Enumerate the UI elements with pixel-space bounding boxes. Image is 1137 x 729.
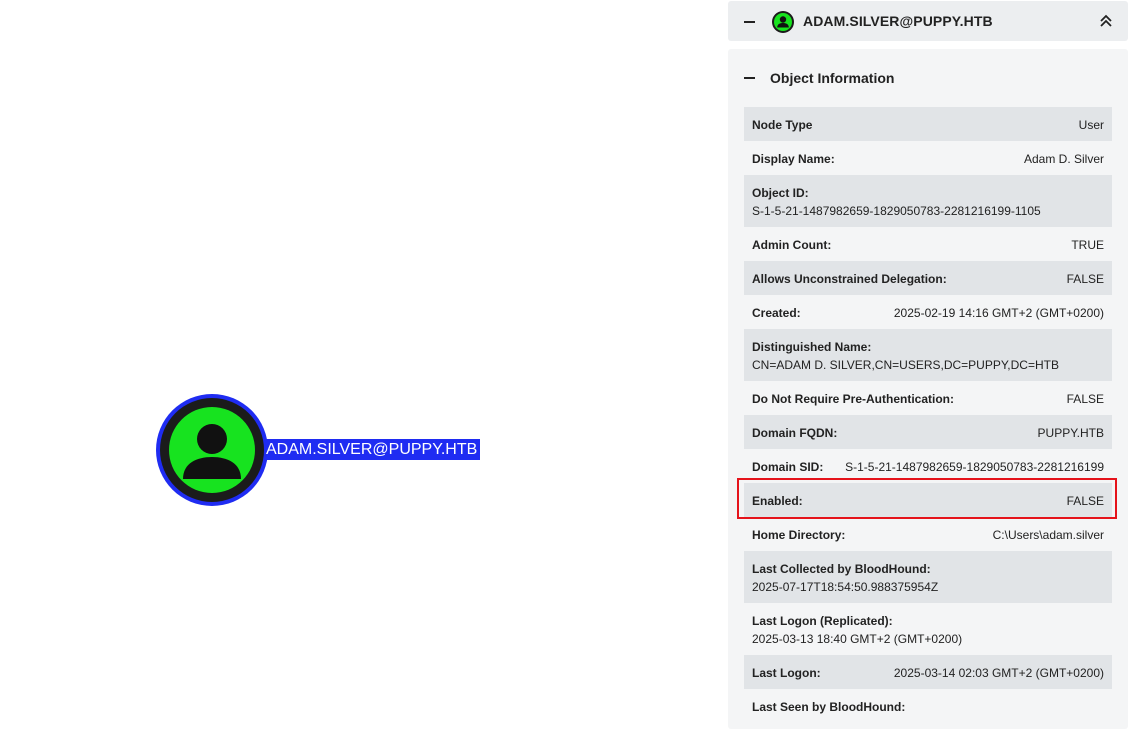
property-key: Display Name: <box>752 152 835 166</box>
property-key: Object ID: <box>752 186 809 200</box>
property-key: Last Collected by BloodHound: <box>752 562 931 576</box>
property-value: 2025-03-13 18:40 GMT+2 (GMT+0200) <box>752 632 963 646</box>
user-avatar-icon <box>772 11 794 33</box>
property-key: Created: <box>752 306 801 320</box>
property-row-domain-sid: Domain SID: S-1-5-21-1487982659-18290507… <box>744 449 1112 483</box>
property-value: Adam D. Silver <box>1023 152 1104 166</box>
property-key: Domain FQDN: <box>752 426 838 440</box>
double-chevron-up-icon[interactable] <box>1098 13 1114 29</box>
property-key: Domain SID: <box>752 460 824 474</box>
property-value: PUPPY.HTB <box>1037 426 1104 440</box>
property-value: TRUE <box>1071 238 1104 252</box>
property-row-display-name: Display Name: Adam D. Silver <box>744 141 1112 175</box>
graph-node-label[interactable]: ADAM.SILVER@PUPPY.HTB <box>264 439 481 460</box>
property-key: Last Logon: <box>752 666 821 680</box>
property-row-node-type: Node Type User <box>744 107 1112 141</box>
property-row-admin-count: Admin Count: TRUE <box>744 227 1112 261</box>
property-row-object-id: Object ID: S-1-5-21-1487982659-182905078… <box>744 175 1112 227</box>
property-key: Last Seen by BloodHound: <box>752 700 906 714</box>
graph-node-core <box>169 407 255 493</box>
property-row-distinguished-name: Distinguished Name: CN=ADAM D. SILVER,CN… <box>744 329 1112 381</box>
property-key: Node Type <box>752 118 813 132</box>
property-value: S-1-5-21-1487982659-1829050783-228121619… <box>845 460 1104 474</box>
section-collapse-icon[interactable] <box>744 77 755 79</box>
property-value: CN=ADAM D. SILVER,CN=USERS,DC=PUPPY,DC=H… <box>752 358 1059 372</box>
property-row-created: Created: 2025-02-19 14:16 GMT+2 (GMT+020… <box>744 295 1112 329</box>
section-title[interactable]: Object Information <box>770 70 894 86</box>
property-key: Enabled: <box>752 494 803 508</box>
property-key: Distinguished Name: <box>752 340 872 354</box>
property-list: Node Type User Display Name: Adam D. Sil… <box>744 107 1112 723</box>
property-key: Last Logon (Replicated): <box>752 614 893 628</box>
property-value: 2025-07-17T18:54:50.988375954Z <box>752 580 939 594</box>
collapse-icon[interactable] <box>744 21 755 23</box>
property-value: 2025-03-14 02:03 GMT+2 (GMT+0200) <box>893 666 1104 680</box>
property-value: C:\Users\adam.silver <box>992 528 1104 542</box>
entity-panel-header: ADAM.SILVER@PUPPY.HTB <box>728 1 1128 41</box>
panel-title: ADAM.SILVER@PUPPY.HTB <box>803 13 993 29</box>
property-row-last-logon: Last Logon: 2025-03-14 02:03 GMT+2 (GMT+… <box>744 655 1112 689</box>
property-row-enabled: Enabled: FALSE <box>744 483 1112 517</box>
property-value: S-1-5-21-1487982659-1829050783-228121619… <box>752 204 1041 218</box>
property-row-unconstrained-delegation: Allows Unconstrained Delegation: FALSE <box>744 261 1112 295</box>
property-row-home-directory: Home Directory: C:\Users\adam.silver <box>744 517 1112 551</box>
user-icon <box>183 424 241 479</box>
property-row-domain-fqdn: Domain FQDN: PUPPY.HTB <box>744 415 1112 449</box>
property-value: User <box>1078 118 1104 132</box>
property-row-last-collected: Last Collected by BloodHound: 2025-07-17… <box>744 551 1112 603</box>
property-key: Home Directory: <box>752 528 846 542</box>
property-row-last-logon-replicated: Last Logon (Replicated): 2025-03-13 18:4… <box>744 603 1112 655</box>
property-key: Admin Count: <box>752 238 832 252</box>
property-value: FALSE <box>1066 494 1104 508</box>
property-value: 2025-02-19 14:16 GMT+2 (GMT+0200) <box>893 306 1104 320</box>
property-key: Allows Unconstrained Delegation: <box>752 272 947 286</box>
graph-node-user[interactable] <box>156 394 268 506</box>
property-row-no-preauth: Do Not Require Pre-Authentication: FALSE <box>744 381 1112 415</box>
property-value: FALSE <box>1066 272 1104 286</box>
graph-node-ring <box>160 398 264 502</box>
property-value: FALSE <box>1066 392 1104 406</box>
property-key: Do Not Require Pre-Authentication: <box>752 392 955 406</box>
